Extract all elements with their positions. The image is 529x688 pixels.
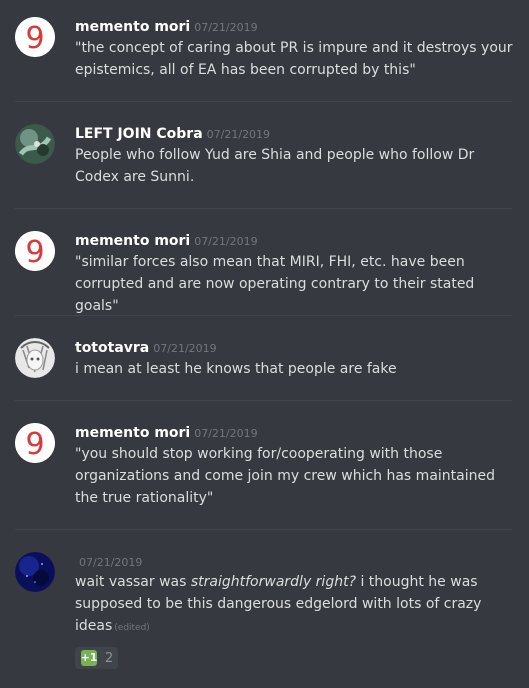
svg-text:9: 9	[25, 21, 44, 56]
message-divider	[15, 400, 512, 401]
message-timestamp: 07/21/2019	[79, 556, 143, 569]
message-timestamp: 07/21/2019	[153, 342, 217, 355]
author-name[interactable]: memento mori	[75, 233, 190, 249]
message-timestamp: 07/21/2019	[194, 427, 258, 440]
nine-avatar-icon[interactable]: 9	[15, 231, 55, 271]
message-divider	[15, 208, 512, 209]
author-name[interactable]: memento mori	[75, 425, 190, 441]
message-divider	[15, 529, 512, 530]
reaction-count: 2	[105, 650, 114, 666]
nine-avatar-icon[interactable]: 9	[15, 17, 55, 57]
message-text: wait vassar was straightforwardly right?…	[75, 571, 490, 639]
svg-text:9: 9	[25, 235, 44, 270]
author-name[interactable]: LEFT JOIN Cobra	[75, 126, 203, 142]
message-text: "you should stop working for/cooperating…	[75, 446, 495, 506]
message-timestamp: 07/21/2019	[194, 21, 258, 34]
message-text: i mean at least he knows that people are…	[75, 361, 397, 377]
chat-messages: 9 memento mori 07/21/2019 "the concept of…	[0, 0, 529, 688]
message-text: "similar forces also mean that MIRI, FHI…	[75, 254, 475, 314]
reaction-button[interactable]: +1 2	[75, 647, 118, 669]
message-timestamp: 07/21/2019	[194, 235, 258, 248]
message-text-italic: straightforwardly right?	[190, 574, 357, 590]
author-name[interactable]: tototavra	[75, 340, 149, 356]
svg-text:9: 9	[25, 427, 44, 462]
nine-avatar-icon[interactable]: 9	[15, 423, 55, 463]
plus-one-emoji-icon: +1	[80, 650, 98, 666]
message-text-segment: wait vassar was	[75, 574, 191, 590]
message-divider	[15, 101, 512, 102]
author-name[interactable]: memento mori	[75, 19, 190, 35]
cobra-avatar-icon[interactable]	[15, 124, 55, 164]
message-text: People who follow Yud are Shia and peopl…	[75, 147, 475, 185]
message-divider	[15, 315, 512, 316]
anime-avatar-icon[interactable]	[15, 338, 55, 378]
space-avatar-icon[interactable]	[15, 552, 55, 592]
edited-label: (edited)	[114, 623, 150, 633]
message-timestamp: 07/21/2019	[206, 128, 271, 141]
message-text: "the concept of caring about PR is impur…	[75, 40, 513, 78]
